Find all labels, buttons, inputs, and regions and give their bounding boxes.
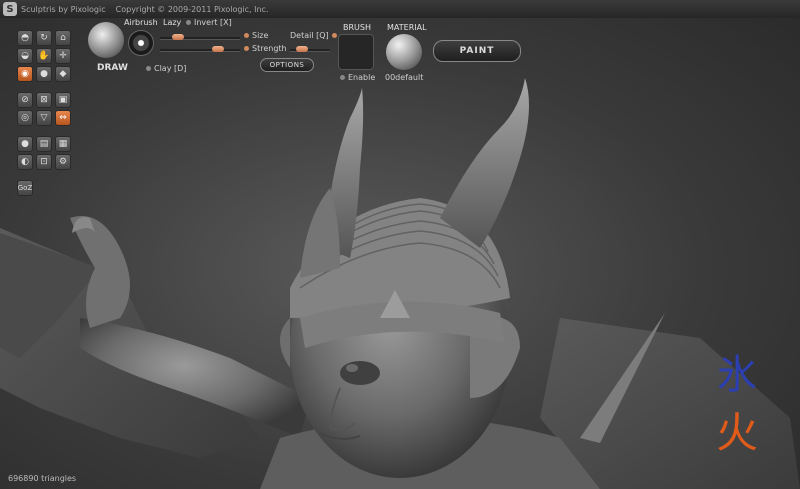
airbrush-label: Airbrush	[124, 18, 158, 27]
material-sphere-icon[interactable]	[386, 34, 422, 70]
lazy-slider-knob[interactable]	[172, 34, 184, 40]
tool-wireframe-icon[interactable]: ⊘	[17, 92, 33, 108]
tool-flatten-icon[interactable]: ◒	[17, 48, 33, 64]
3d-viewport[interactable]: ◓ ↻ ⌂ ◒ ✋ ✛ ◉ ● ◆ ⊘ ⊠ ▣ ◎ ▽ ⇔ ● ▤ ▦ ◐ ⊡ …	[0, 18, 800, 489]
tool-rotate-icon[interactable]: ↻	[36, 30, 52, 46]
tool-inflate-icon[interactable]: ●	[36, 66, 52, 82]
tool-move-icon[interactable]: ✛	[55, 48, 71, 64]
material-label: MATERIAL	[387, 23, 427, 32]
size-slider[interactable]	[160, 49, 240, 52]
draw-brush-icon[interactable]	[88, 22, 124, 58]
app-logo-icon: S	[3, 2, 17, 16]
clay-option[interactable]: Clay [D]	[146, 64, 186, 73]
tool-new-sphere-icon[interactable]: ●	[17, 136, 33, 152]
triangle-count: 696890 triangles	[8, 474, 77, 483]
tool-open-icon[interactable]: ▤	[36, 136, 52, 152]
detail-option[interactable]: Detail [Q]	[290, 31, 340, 40]
tool-draw-icon[interactable]: ◉	[17, 66, 33, 82]
tool-frame-icon[interactable]: ▣	[55, 92, 71, 108]
invert-option[interactable]: Invert [X]	[186, 18, 232, 27]
right-horn	[440, 78, 529, 248]
strength-slider-knob[interactable]	[296, 46, 308, 52]
material-name: 00default	[385, 73, 424, 82]
tool-reduce-icon[interactable]: ◎	[17, 110, 33, 126]
kanji-ice-mark: 氷	[717, 352, 757, 398]
tool-mask-icon[interactable]: ▽	[36, 110, 52, 126]
size-slider-knob[interactable]	[212, 46, 224, 52]
sculpt-model	[0, 78, 800, 489]
tool-grab-icon[interactable]: ✋	[36, 48, 52, 64]
app-title: Sculptris by Pixologic	[21, 4, 106, 14]
tool-crease-icon[interactable]: ◓	[17, 30, 33, 46]
draw-label: DRAW	[97, 63, 128, 73]
size-option[interactable]: Size	[244, 31, 268, 40]
brush-swatch[interactable]	[338, 34, 374, 70]
tool-symmetry-icon[interactable]: ⇔	[55, 110, 71, 126]
strength-option[interactable]: Strength	[244, 44, 287, 53]
brush-enable-option[interactable]: Enable	[340, 73, 375, 82]
tool-import-icon[interactable]: ◐	[17, 154, 33, 170]
tool-grid-icon[interactable]: ⊠	[36, 92, 52, 108]
options-button[interactable]: OPTIONS	[260, 58, 314, 72]
copyright-text: Copyright © 2009-2011 Pixologic, Inc.	[115, 4, 269, 14]
paint-button[interactable]: PAINT	[433, 40, 521, 62]
goz-button[interactable]: GoZ	[17, 180, 33, 196]
tool-settings-icon[interactable]: ⚙	[55, 154, 71, 170]
tool-export-icon[interactable]: ⊡	[36, 154, 52, 170]
tool-scale-icon[interactable]: ⌂	[55, 30, 71, 46]
tool-pinch-icon[interactable]: ◆	[55, 66, 71, 82]
lazy-label: Lazy	[163, 18, 182, 27]
tool-save-icon[interactable]: ▦	[55, 136, 71, 152]
brush-label: BRUSH	[343, 23, 371, 32]
airbrush-toggle-icon[interactable]	[128, 30, 154, 56]
kanji-fire-mark: 火	[716, 408, 759, 457]
title-bar: S Sculptris by Pixologic Copyright © 200…	[0, 0, 800, 18]
